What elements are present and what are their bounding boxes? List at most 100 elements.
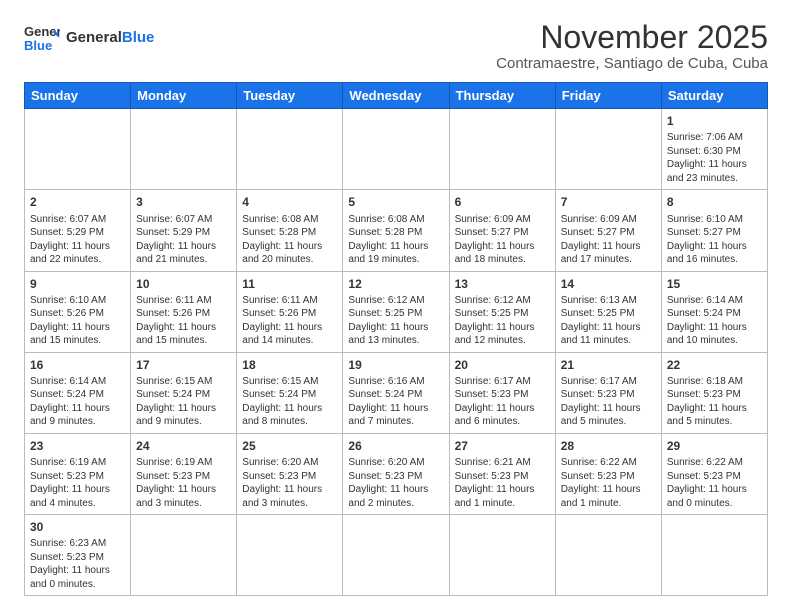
weekday-header-row: SundayMondayTuesdayWednesdayThursdayFrid… <box>25 83 768 109</box>
day-info: Sunrise: 6:11 AM Sunset: 5:26 PM Dayligh… <box>242 294 337 348</box>
day-cell <box>449 109 555 190</box>
day-number: 11 <box>242 276 337 292</box>
day-cell: 10 Sunrise: 6:11 AM Sunset: 5:26 PM Dayli… <box>131 271 237 352</box>
day-cell: 6Sunrise: 6:09 AM Sunset: 5:27 PM Daylig… <box>449 190 555 271</box>
day-cell <box>237 515 343 596</box>
day-number: 3 <box>136 194 231 210</box>
day-number: 19 <box>348 357 443 373</box>
day-cell: 5 Sunrise: 6:08 AM Sunset: 5:28 PM Daylig… <box>343 190 449 271</box>
subtitle: Contramaestre, Santiago de Cuba, Cuba <box>496 55 768 72</box>
weekday-header-friday: Friday <box>555 83 661 109</box>
day-number: 17 <box>136 357 231 373</box>
day-cell <box>343 109 449 190</box>
day-cell: 27Sunrise: 6:21 AM Sunset: 5:23 PM Dayli… <box>449 433 555 514</box>
day-cell: 30Sunrise: 6:23 AM Sunset: 5:23 PM Dayli… <box>25 515 131 596</box>
day-info: Sunrise: 6:21 AM Sunset: 5:23 PM Dayligh… <box>455 456 550 510</box>
day-cell: 2Sunrise: 6:07 AM Sunset: 5:29 PM Daylig… <box>25 190 131 271</box>
day-info: Sunrise: 6:15 AM Sunset: 5:24 PM Dayligh… <box>136 375 231 429</box>
day-info: Sunrise: 6:11 AM Sunset: 5:26 PM Dayligh… <box>136 294 231 348</box>
day-number: 22 <box>667 357 762 373</box>
day-info: Sunrise: 6:13 AM Sunset: 5:25 PM Dayligh… <box>561 294 656 348</box>
day-info: Sunrise: 6:14 AM Sunset: 5:24 PM Dayligh… <box>30 375 125 429</box>
day-cell: 3Sunrise: 6:07 AM Sunset: 5:29 PM Daylig… <box>131 190 237 271</box>
day-cell: 22 Sunrise: 6:18 AM Sunset: 5:23 PM Dayli… <box>661 352 767 433</box>
weekday-header-saturday: Saturday <box>661 83 767 109</box>
day-info: Sunrise: 6:08 AM Sunset: 5:28 PM Dayligh… <box>348 213 443 267</box>
day-info: Sunrise: 6:19 AM Sunset: 5:23 PM Dayligh… <box>136 456 231 510</box>
day-cell <box>555 515 661 596</box>
weekday-header-tuesday: Tuesday <box>237 83 343 109</box>
weekday-header-monday: Monday <box>131 83 237 109</box>
day-info: Sunrise: 6:17 AM Sunset: 5:23 PM Dayligh… <box>561 375 656 429</box>
day-cell: 1 Sunrise: 7:06 AM Sunset: 6:30 PM Daylig… <box>661 109 767 190</box>
day-number: 1 <box>667 113 762 129</box>
weekday-header-sunday: Sunday <box>25 83 131 109</box>
day-cell: 18Sunrise: 6:15 AM Sunset: 5:24 PM Dayli… <box>237 352 343 433</box>
day-info: Sunrise: 6:12 AM Sunset: 5:25 PM Dayligh… <box>348 294 443 348</box>
day-info: Sunrise: 6:22 AM Sunset: 5:23 PM Dayligh… <box>667 456 762 510</box>
header: General Blue GeneralBlue November 2025 C… <box>24 20 768 72</box>
logo-general: General <box>66 29 122 46</box>
week-row-0: 1 Sunrise: 7:06 AM Sunset: 6:30 PM Daylig… <box>25 109 768 190</box>
day-cell: 28 Sunrise: 6:22 AM Sunset: 5:23 PM Dayli… <box>555 433 661 514</box>
day-number: 21 <box>561 357 656 373</box>
day-number: 20 <box>455 357 550 373</box>
day-info: Sunrise: 6:14 AM Sunset: 5:24 PM Dayligh… <box>667 294 762 348</box>
svg-text:Blue: Blue <box>24 38 52 53</box>
day-cell: 29 Sunrise: 6:22 AM Sunset: 5:23 PM Dayli… <box>661 433 767 514</box>
day-cell <box>449 515 555 596</box>
day-cell: 8Sunrise: 6:10 AM Sunset: 5:27 PM Daylig… <box>661 190 767 271</box>
day-cell <box>131 515 237 596</box>
day-cell: 25Sunrise: 6:20 AM Sunset: 5:23 PM Dayli… <box>237 433 343 514</box>
week-row-3: 16 Sunrise: 6:14 AM Sunset: 5:24 PM Dayli… <box>25 352 768 433</box>
day-info: Sunrise: 6:22 AM Sunset: 5:23 PM Dayligh… <box>561 456 656 510</box>
week-row-4: 23 Sunrise: 6:19 AM Sunset: 5:23 PM Dayli… <box>25 433 768 514</box>
day-info: Sunrise: 6:23 AM Sunset: 5:23 PM Dayligh… <box>30 537 125 591</box>
day-number: 9 <box>30 276 125 292</box>
day-number: 5 <box>348 194 443 210</box>
day-number: 23 <box>30 438 125 454</box>
day-info: Sunrise: 7:06 AM Sunset: 6:30 PM Dayligh… <box>667 131 762 185</box>
day-cell: 16 Sunrise: 6:14 AM Sunset: 5:24 PM Dayli… <box>25 352 131 433</box>
day-info: Sunrise: 6:17 AM Sunset: 5:23 PM Dayligh… <box>455 375 550 429</box>
day-number: 13 <box>455 276 550 292</box>
day-info: Sunrise: 6:20 AM Sunset: 5:23 PM Dayligh… <box>348 456 443 510</box>
logo-icon: General Blue <box>24 20 60 56</box>
day-cell <box>25 109 131 190</box>
day-cell <box>131 109 237 190</box>
day-cell: 20 Sunrise: 6:17 AM Sunset: 5:23 PM Dayli… <box>449 352 555 433</box>
day-cell: 12 Sunrise: 6:12 AM Sunset: 5:25 PM Dayli… <box>343 271 449 352</box>
day-info: Sunrise: 6:20 AM Sunset: 5:23 PM Dayligh… <box>242 456 337 510</box>
day-number: 28 <box>561 438 656 454</box>
day-info: Sunrise: 6:18 AM Sunset: 5:23 PM Dayligh… <box>667 375 762 429</box>
day-info: Sunrise: 6:09 AM Sunset: 5:27 PM Dayligh… <box>561 213 656 267</box>
day-info: Sunrise: 6:19 AM Sunset: 5:23 PM Dayligh… <box>30 456 125 510</box>
day-cell: 24Sunrise: 6:19 AM Sunset: 5:23 PM Dayli… <box>131 433 237 514</box>
day-cell <box>555 109 661 190</box>
day-cell <box>661 515 767 596</box>
calendar: SundayMondayTuesdayWednesdayThursdayFrid… <box>24 82 768 596</box>
day-info: Sunrise: 6:09 AM Sunset: 5:27 PM Dayligh… <box>455 213 550 267</box>
day-info: Sunrise: 6:08 AM Sunset: 5:28 PM Dayligh… <box>242 213 337 267</box>
day-cell: 7Sunrise: 6:09 AM Sunset: 5:27 PM Daylig… <box>555 190 661 271</box>
logo: General Blue GeneralBlue <box>24 20 154 56</box>
day-number: 2 <box>30 194 125 210</box>
day-cell: 17 Sunrise: 6:15 AM Sunset: 5:24 PM Dayli… <box>131 352 237 433</box>
day-number: 26 <box>348 438 443 454</box>
weekday-header-thursday: Thursday <box>449 83 555 109</box>
day-info: Sunrise: 6:16 AM Sunset: 5:24 PM Dayligh… <box>348 375 443 429</box>
logo-blue: Blue <box>122 29 155 46</box>
day-number: 12 <box>348 276 443 292</box>
day-info: Sunrise: 6:12 AM Sunset: 5:25 PM Dayligh… <box>455 294 550 348</box>
day-cell: 4Sunrise: 6:08 AM Sunset: 5:28 PM Daylig… <box>237 190 343 271</box>
day-number: 16 <box>30 357 125 373</box>
day-cell: 23 Sunrise: 6:19 AM Sunset: 5:23 PM Dayli… <box>25 433 131 514</box>
day-cell: 26 Sunrise: 6:20 AM Sunset: 5:23 PM Dayli… <box>343 433 449 514</box>
day-cell <box>343 515 449 596</box>
day-info: Sunrise: 6:10 AM Sunset: 5:27 PM Dayligh… <box>667 213 762 267</box>
week-row-2: 9Sunrise: 6:10 AM Sunset: 5:26 PM Daylig… <box>25 271 768 352</box>
week-row-5: 30Sunrise: 6:23 AM Sunset: 5:23 PM Dayli… <box>25 515 768 596</box>
day-info: Sunrise: 6:15 AM Sunset: 5:24 PM Dayligh… <box>242 375 337 429</box>
day-number: 29 <box>667 438 762 454</box>
day-number: 10 <box>136 276 231 292</box>
